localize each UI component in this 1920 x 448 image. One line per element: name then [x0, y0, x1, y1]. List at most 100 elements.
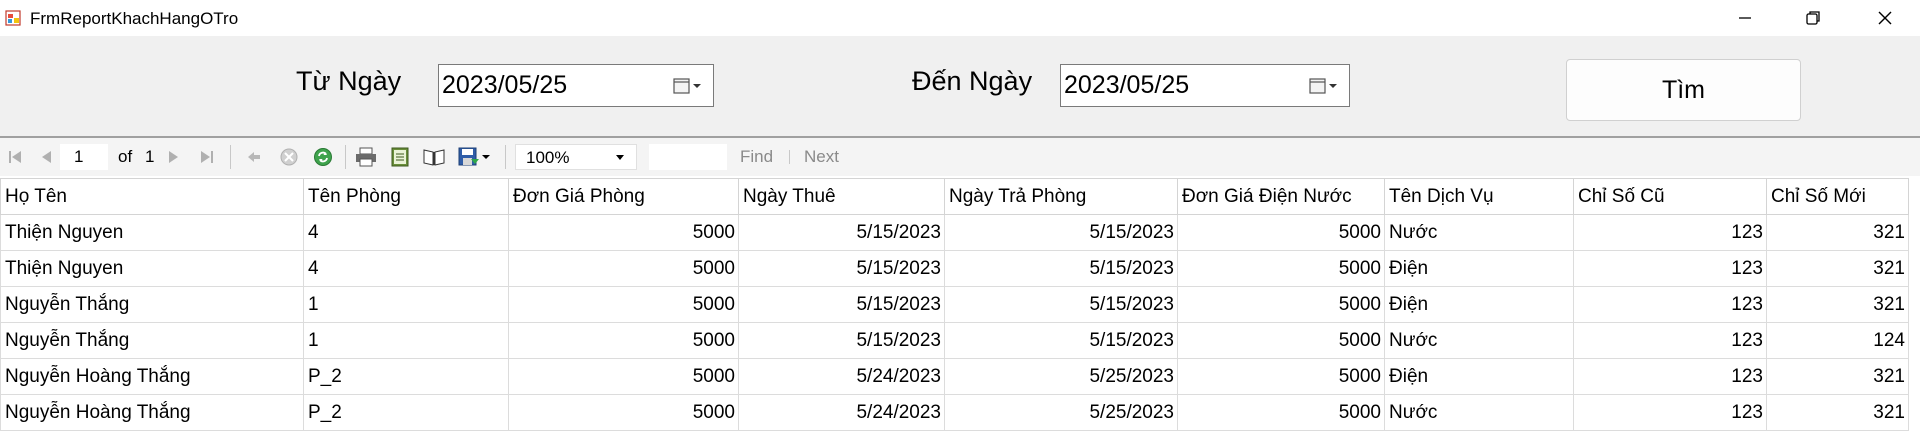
table-cell: 5000 [508, 394, 739, 431]
table-cell: 5/15/2023 [738, 214, 945, 251]
filter-panel: Từ Ngày 2023/05/25 Đến Ngày 2023/05/25 T… [0, 36, 1920, 136]
table-cell: P_2 [303, 394, 509, 431]
table-cell: P_2 [303, 358, 509, 395]
print-layout-button[interactable] [388, 146, 412, 168]
toolbar-separator [230, 145, 231, 169]
zoom-select[interactable]: 100% [515, 144, 637, 170]
table-cell: 5000 [508, 214, 739, 251]
table-cell: Nước [1384, 214, 1574, 251]
next-link[interactable]: Next [804, 147, 839, 167]
last-page-button[interactable] [197, 146, 217, 168]
refresh-icon [314, 148, 332, 166]
table-cell: 5/25/2023 [944, 394, 1178, 431]
table-cell: 5/15/2023 [738, 322, 945, 359]
table-cell: Thiện Nguyen [0, 214, 304, 251]
close-button[interactable] [1856, 0, 1914, 36]
window-title: FrmReportKhachHangOTro [30, 9, 239, 28]
close-icon [1878, 11, 1892, 25]
table-cell: 5/25/2023 [944, 358, 1178, 395]
next-page-icon [169, 151, 178, 163]
next-page-button[interactable] [164, 146, 184, 168]
table-cell: 321 [1766, 358, 1909, 395]
column-header: Ngày Thuê [738, 178, 945, 215]
calendar-dropdown-icon[interactable] [673, 77, 703, 95]
back-button[interactable] [244, 146, 264, 168]
table-cell: 5000 [1177, 358, 1385, 395]
restore-button[interactable] [1784, 0, 1842, 36]
table-row: Nguyễn Thắng 1 5000 5/15/2023 5/15/2023 … [0, 286, 1909, 323]
toolbar-separator [789, 150, 790, 164]
restore-icon [1806, 11, 1820, 25]
column-header: Ngày Trả Phòng [944, 178, 1178, 215]
table-cell: Điện [1384, 358, 1574, 395]
back-arrow-icon [248, 152, 260, 162]
table-cell: 124 [1766, 322, 1909, 359]
page-setup-icon [423, 149, 445, 166]
page-setup-button[interactable] [422, 146, 446, 168]
table-cell: 123 [1573, 214, 1767, 251]
table-cell: 123 [1573, 250, 1767, 287]
to-date-value: 2023/05/25 [1064, 71, 1190, 99]
report-app-icon [5, 10, 21, 26]
prev-page-button[interactable] [36, 146, 56, 168]
first-page-button[interactable] [5, 146, 25, 168]
printer-icon [356, 147, 376, 167]
table-cell: 5/15/2023 [738, 286, 945, 323]
minimize-icon [1739, 17, 1751, 19]
export-button[interactable] [456, 146, 492, 168]
refresh-button[interactable] [312, 146, 334, 168]
print-button[interactable] [354, 146, 378, 168]
stop-button[interactable] [278, 146, 300, 168]
page-number-input[interactable]: 1 [60, 144, 108, 170]
table-cell: Nguyễn Hoàng Thắng [0, 358, 304, 395]
table-cell: Nước [1384, 394, 1574, 431]
from-date-value: 2023/05/25 [442, 71, 568, 99]
column-header: Họ Tên [0, 178, 304, 215]
from-date-label: Từ Ngày [296, 66, 402, 96]
table-header-row: Họ Tên Tên Phòng Đơn Giá Phòng Ngày Thuê… [0, 178, 1909, 215]
minimize-button[interactable] [1716, 0, 1774, 36]
table-cell: 5000 [1177, 214, 1385, 251]
table-cell: 5000 [508, 250, 739, 287]
calendar-dropdown-icon[interactable] [1309, 77, 1339, 95]
table-cell: 123 [1573, 358, 1767, 395]
table-cell: 5/15/2023 [944, 214, 1178, 251]
table-cell: 5/24/2023 [738, 358, 945, 395]
table-cell: Nước [1384, 322, 1574, 359]
table-cell: 321 [1766, 286, 1909, 323]
table-cell: Điện [1384, 250, 1574, 287]
search-button[interactable]: Tìm [1566, 59, 1801, 121]
save-export-icon [458, 147, 490, 166]
table-cell: 5000 [1177, 250, 1385, 287]
to-date-picker[interactable]: 2023/05/25 [1060, 64, 1350, 107]
table-cell: 5000 [508, 286, 739, 323]
table-cell: 5/15/2023 [944, 286, 1178, 323]
stop-icon [280, 148, 298, 166]
title-bar: FrmReportKhachHangOTro [0, 0, 1920, 36]
report-area: Họ Tên Tên Phòng Đơn Giá Phòng Ngày Thuê… [0, 176, 1920, 448]
table-cell: 5000 [508, 322, 739, 359]
to-date-label: Đến Ngày [912, 66, 1033, 96]
table-row: Thiện Nguyen 4 5000 5/15/2023 5/15/2023 … [0, 214, 1909, 251]
page-of-label: of [118, 147, 133, 166]
from-date-picker[interactable]: 2023/05/25 [438, 64, 714, 107]
table-cell: 321 [1766, 394, 1909, 431]
report-toolbar: 1 of 1 100% Find Next [0, 138, 1920, 176]
table-cell: Nguyễn Thắng [0, 322, 304, 359]
table-cell: 5/24/2023 [738, 394, 945, 431]
table-cell: 321 [1766, 250, 1909, 287]
table-cell: 5/15/2023 [944, 322, 1178, 359]
chevron-down-icon [616, 155, 624, 160]
page-total: 1 [145, 147, 155, 166]
column-header: Đơn Giá Phòng [508, 178, 739, 215]
table-row: Nguyễn Thắng 1 5000 5/15/2023 5/15/2023 … [0, 322, 1909, 359]
table-cell: Điện [1384, 286, 1574, 323]
table-cell: 4 [303, 250, 509, 287]
first-page-icon [9, 151, 21, 163]
table-cell: 5000 [1177, 394, 1385, 431]
find-text-input[interactable] [649, 144, 727, 170]
find-link[interactable]: Find [740, 147, 773, 167]
print-layout-icon [391, 147, 409, 167]
table-cell: 1 [303, 322, 509, 359]
table-cell: 5000 [508, 358, 739, 395]
